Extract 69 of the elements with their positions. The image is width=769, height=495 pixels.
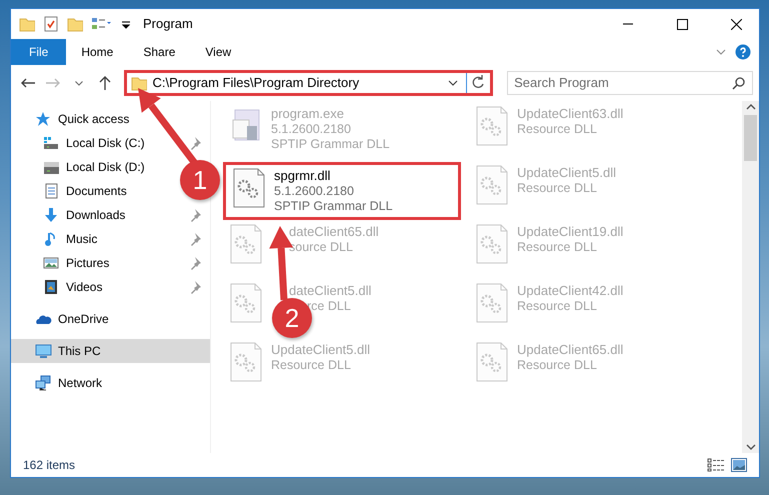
nav-item[interactable]: Pictures bbox=[11, 251, 210, 275]
file-version: 5.1.2600.2180 bbox=[274, 184, 354, 199]
nav-item[interactable]: Quick access bbox=[11, 107, 138, 131]
file-version: 5.1.2600.2180 bbox=[271, 122, 351, 137]
window-title: Program bbox=[143, 15, 193, 34]
nav-item[interactable]: Music bbox=[11, 227, 210, 251]
pin-icon bbox=[190, 232, 202, 246]
document-icon bbox=[43, 183, 60, 199]
caret-icon bbox=[75, 80, 84, 86]
drive-icon bbox=[43, 159, 60, 175]
address-bar[interactable]: C:\Program Files\Program Directory bbox=[124, 70, 494, 96]
drive-icon bbox=[43, 135, 60, 151]
nav-item[interactable]: Local Disk (D:) bbox=[11, 155, 153, 179]
file-description: Resource DLL bbox=[517, 299, 597, 314]
ribbon-tab[interactable]: Share bbox=[128, 39, 190, 65]
pin-icon bbox=[190, 256, 202, 270]
file-description: Resource DLL bbox=[517, 122, 597, 137]
search-box[interactable]: Search Program bbox=[507, 71, 754, 95]
download-icon bbox=[43, 207, 60, 223]
layout-icon[interactable] bbox=[91, 16, 113, 32]
file-description: Resource DLL bbox=[517, 358, 597, 373]
picture-icon bbox=[43, 255, 60, 271]
gear-file-icon bbox=[232, 168, 266, 208]
nav-item[interactable]: Downloads bbox=[11, 203, 210, 227]
gear-file-icon bbox=[229, 283, 263, 323]
file-description: Resource DLL bbox=[517, 181, 597, 196]
gear-file-icon bbox=[475, 165, 509, 205]
nav-item[interactable]: Network bbox=[11, 371, 110, 395]
scrollbar-thumb[interactable] bbox=[744, 115, 757, 161]
pin-icon bbox=[190, 280, 202, 294]
file-description: source DLL bbox=[289, 240, 353, 255]
file-name: spgrmr.dll bbox=[274, 168, 330, 184]
gear-file-icon bbox=[475, 224, 509, 264]
file-description: SPTIP Grammar DLL bbox=[271, 137, 390, 152]
folder-icon bbox=[130, 75, 146, 91]
ribbon-tab[interactable]: View bbox=[190, 39, 246, 65]
nav-item[interactable]: Videos bbox=[11, 275, 210, 299]
search-icon bbox=[732, 76, 746, 90]
pin-icon bbox=[190, 136, 202, 150]
file-item[interactable]: spgrmr.dll 5.1.2600.2180 SPTIP Grammar DLL bbox=[223, 162, 461, 220]
gear-file-icon bbox=[229, 224, 263, 264]
file-description: SPTIP Grammar DLL bbox=[274, 199, 393, 214]
back-arrow-icon bbox=[20, 78, 35, 88]
properties-icon[interactable] bbox=[43, 16, 59, 32]
monitor-icon bbox=[35, 343, 52, 359]
star-icon bbox=[35, 111, 52, 127]
gear-file-icon bbox=[229, 342, 263, 382]
gear-file-icon bbox=[475, 283, 509, 323]
details-view-icon[interactable] bbox=[707, 458, 725, 472]
minimize-icon bbox=[623, 23, 633, 25]
up-arrow-icon bbox=[98, 76, 111, 90]
nav-item[interactable]: This PC bbox=[11, 339, 210, 363]
film-icon bbox=[43, 279, 60, 295]
network-icon bbox=[35, 375, 52, 391]
maximize-icon bbox=[676, 18, 688, 30]
gear-file-icon bbox=[475, 106, 509, 146]
ribbon-tab[interactable]: Home bbox=[66, 39, 128, 65]
gear-file-icon bbox=[475, 342, 509, 382]
forward-arrow-icon bbox=[46, 78, 60, 88]
help-icon[interactable] bbox=[735, 44, 751, 60]
tiles-view-icon[interactable] bbox=[731, 458, 747, 472]
close-icon bbox=[730, 18, 742, 30]
nav-item[interactable]: Local Disk (C:) bbox=[11, 131, 210, 155]
nav-item[interactable]: Documents bbox=[11, 179, 135, 203]
file-description: Resource DLL bbox=[271, 358, 351, 373]
file-description: Resource DLL bbox=[517, 240, 597, 255]
nav-item[interactable]: OneDrive bbox=[11, 307, 117, 331]
item-count: 162 items bbox=[23, 457, 76, 474]
pin-icon bbox=[190, 208, 202, 222]
